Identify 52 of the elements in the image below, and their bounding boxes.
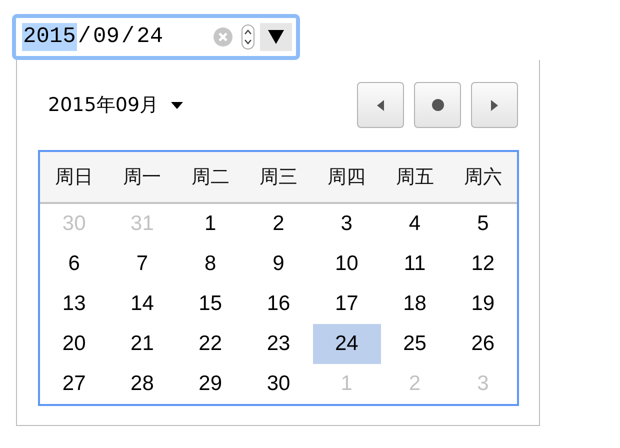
calendar-day[interactable]: 11 [380, 244, 449, 284]
weekday-label: 周四 [326, 165, 367, 190]
calendar-day[interactable]: 5 [448, 204, 517, 244]
calendar-day[interactable]: 28 [108, 364, 176, 404]
calendar-day[interactable]: 22 [176, 324, 244, 364]
date-segment[interactable]: 2015 [22, 23, 77, 51]
calendar-day[interactable]: 6 [40, 244, 108, 284]
calendar-day[interactable]: 18 [380, 284, 449, 324]
calendar-day[interactable]: 25 [380, 324, 449, 364]
calendar-day[interactable]: 14 [108, 284, 176, 324]
left-arrow-icon [377, 100, 384, 110]
weekday-label: 周五 [394, 165, 435, 190]
caret-icon [170, 102, 183, 108]
weekday-label: 周三 [258, 165, 298, 190]
weekday-label: 周一 [122, 165, 162, 190]
weekday-label: 周六 [462, 165, 503, 190]
calendar-day[interactable]: 19 [448, 284, 517, 324]
calendar-day[interactable]: 2 [244, 204, 313, 244]
calendar-day[interactable]: 10 [312, 244, 381, 284]
date-segment[interactable]: / [120, 23, 136, 51]
date-input-field[interactable]: 2015/09/24 [12, 14, 300, 60]
right-arrow-icon [491, 100, 498, 110]
date-segment[interactable]: 09 [92, 23, 120, 51]
calendar-day[interactable]: 17 [312, 284, 381, 324]
spinner-icon[interactable] [241, 24, 255, 50]
dropdown-button[interactable] [260, 23, 292, 51]
calendar-day[interactable]: 30 [244, 364, 313, 404]
date-segment[interactable]: 24 [136, 23, 164, 51]
calendar-day[interactable]: 21 [108, 324, 176, 364]
triangle-down-icon [267, 29, 285, 45]
weekday-label: 周日 [54, 165, 94, 190]
calendar-day[interactable]: 9 [244, 244, 313, 284]
calendar-day[interactable]: 16 [244, 284, 313, 324]
calendar-day[interactable]: 23 [244, 324, 313, 364]
calendar-day[interactable]: 1 [176, 204, 244, 244]
calendar-day[interactable]: 20 [40, 324, 108, 364]
date-segment[interactable]: / [76, 23, 92, 51]
weekday-label: 周二 [190, 165, 230, 190]
today-button[interactable] [414, 82, 461, 128]
calendar-day[interactable]: 29 [176, 364, 244, 404]
calendar-day[interactable]: 12 [448, 244, 517, 284]
calendar-day[interactable]: 13 [40, 284, 108, 324]
calendar-day[interactable]: 8 [176, 244, 244, 284]
calendar-day[interactable]: 26 [448, 324, 517, 364]
calendar-day[interactable]: 4 [380, 204, 449, 244]
calendar-day[interactable]: 7 [108, 244, 176, 284]
calendar-day[interactable]: 3 [312, 204, 381, 244]
month-selector[interactable]: 2015年09月 [38, 92, 183, 118]
dot-icon [432, 99, 444, 111]
calendar-day[interactable]: 24 [312, 324, 381, 364]
calendar-day[interactable]: 27 [40, 364, 108, 404]
calendar-day[interactable]: 15 [176, 284, 244, 324]
